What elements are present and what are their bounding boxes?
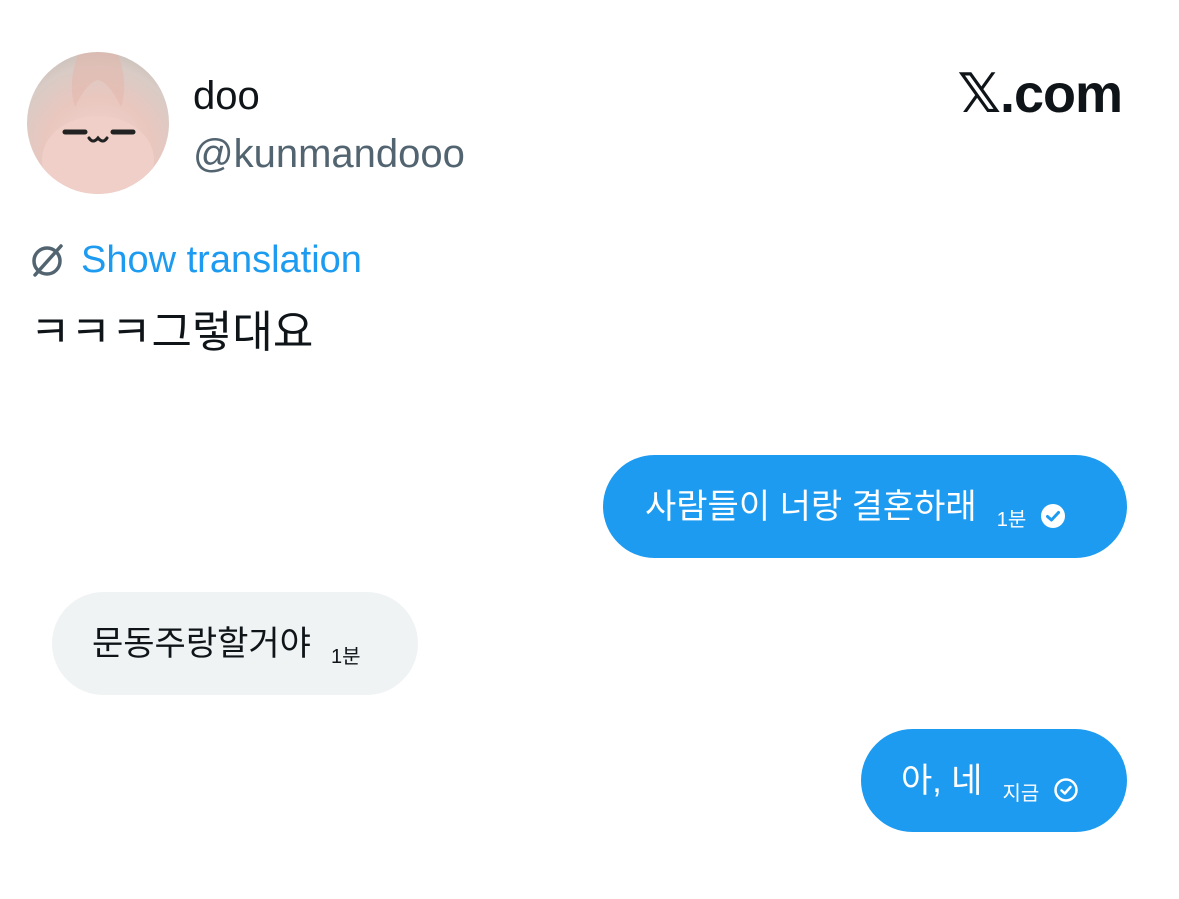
message-bubble-sent[interactable]: 사람들이 너랑 결혼하래 1분 xyxy=(603,455,1127,558)
tweet-text: ㅋㅋㅋ그렇대요 xyxy=(30,308,314,357)
message-bubble-received[interactable]: 문동주랑할거야 1분 xyxy=(52,592,418,695)
check-circle-outline-icon xyxy=(1053,777,1079,803)
display-name[interactable]: doo xyxy=(193,72,260,120)
message-time: 지금 xyxy=(1002,783,1040,805)
message-time: 1분 xyxy=(330,646,361,668)
show-translation-link[interactable]: Show translation xyxy=(27,236,362,284)
message-text: 사람들이 너랑 결혼하래 xyxy=(645,487,977,526)
check-circle-filled-icon xyxy=(1040,503,1066,529)
message-time: 1분 xyxy=(996,509,1027,531)
message-text: 문동주랑할거야 xyxy=(92,624,311,663)
user-handle[interactable]: @kunmandooo xyxy=(193,130,465,178)
avatar[interactable] xyxy=(27,52,169,194)
message-text: 아, 네 xyxy=(901,761,983,800)
no-translate-icon xyxy=(27,240,67,280)
avatar-icon xyxy=(42,52,154,194)
brand-logo: 𝕏.com xyxy=(957,64,1123,124)
message-bubble-sent[interactable]: 아, 네 지금 xyxy=(861,729,1127,832)
show-translation-label: Show translation xyxy=(81,238,362,281)
